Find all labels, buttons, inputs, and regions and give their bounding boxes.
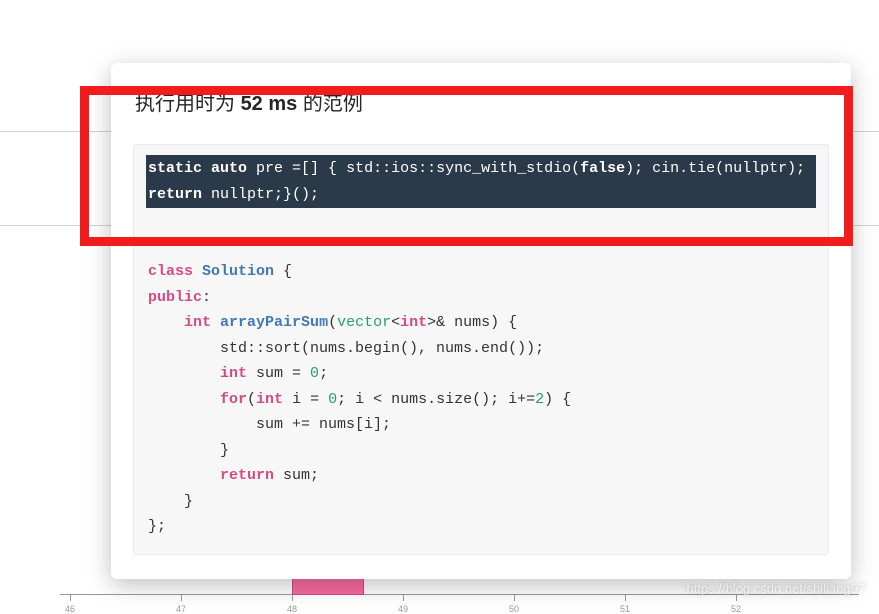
chart-tick [292, 595, 293, 601]
code-line: int sum = 0; [148, 365, 328, 382]
chart-tick [625, 595, 626, 601]
code-line: for(int i = 0; i < nums.size(); i+=2) { [148, 391, 571, 408]
sample-code-modal: 执行用时为 52 ms 的范例 static auto pre =[] { st… [111, 63, 851, 579]
chart-tick [514, 595, 515, 601]
chart-tick [403, 595, 404, 601]
title-prefix: 执行用时为 [135, 93, 241, 115]
code-line: class Solution { [148, 263, 292, 280]
code-line: } [148, 493, 193, 510]
code-line-highlighted: static auto pre =[] { std::ios::sync_wit… [146, 155, 816, 208]
chart-tick [181, 595, 182, 601]
chart-tick [736, 595, 737, 601]
code-line: } [148, 442, 229, 459]
title-suffix: 的范例 [297, 93, 363, 115]
chart-x-axis [60, 594, 859, 595]
code-line: }; [148, 518, 166, 535]
code-line: sum += nums[i]; [148, 416, 391, 433]
code-line: int arrayPairSum(vector<int>& nums) { [148, 314, 517, 331]
modal-title: 执行用时为 52 ms 的范例 [111, 63, 851, 128]
code-line: return sum; [148, 467, 319, 484]
code-line: std::sort(nums.begin(), nums.end()); [148, 340, 544, 357]
title-time: 52 ms [241, 93, 298, 115]
code-block[interactable]: static auto pre =[] { std::ios::sync_wit… [133, 144, 829, 555]
chart-tick [70, 595, 71, 601]
code-line: public: [148, 289, 211, 306]
